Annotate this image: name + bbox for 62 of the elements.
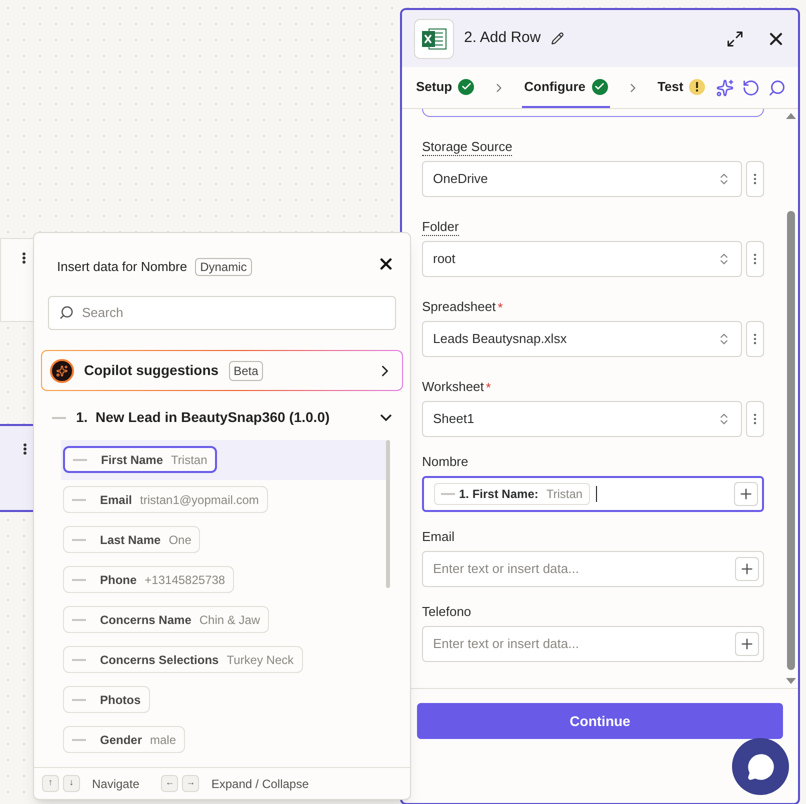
data-item[interactable]: Photos xyxy=(63,686,150,714)
required-mark: * xyxy=(498,300,503,314)
field-label: Storage Source xyxy=(422,138,512,156)
field-label: Email xyxy=(422,528,455,546)
hint-text: Navigate xyxy=(92,776,140,793)
key-icon: ↑ xyxy=(42,775,59,792)
data-item[interactable]: Concerns Name Chin & Jaw xyxy=(63,606,270,634)
insert-button[interactable] xyxy=(735,557,759,581)
expand-icon[interactable] xyxy=(726,30,744,48)
copilot-logo-icon xyxy=(50,358,74,383)
text-field[interactable]: 1. First Name: Tristan xyxy=(422,476,764,512)
search-icon xyxy=(59,305,74,320)
step-group[interactable]: 1. New Lead in BeautySnap360 (1.0.0) xyxy=(52,408,392,427)
search-icon[interactable] xyxy=(768,78,786,96)
dynamic-tag: Dynamic xyxy=(195,258,252,276)
required-mark: * xyxy=(486,380,491,394)
insert-button[interactable] xyxy=(735,632,759,656)
app-logo-icon xyxy=(414,18,454,58)
data-item[interactable]: First Name Tristan xyxy=(63,446,218,474)
step-tab[interactable]: Test xyxy=(656,67,708,108)
field-label: Folder xyxy=(422,218,459,236)
key-icon: → xyxy=(182,775,200,792)
plus-icon xyxy=(739,636,755,652)
data-item[interactable]: Email tristan1@yopmail.com xyxy=(63,486,268,514)
text-input[interactable]: Enter text or insert data... xyxy=(433,559,735,579)
popup-title: Insert data for Nombre xyxy=(57,258,188,276)
select-field[interactable]: OneDrive xyxy=(422,161,742,197)
text-input[interactable]: Enter text or insert data... xyxy=(433,634,735,654)
key-icon: ← xyxy=(161,775,178,792)
field-label: Spreadsheet xyxy=(422,298,496,316)
field-label: Telefono xyxy=(422,604,472,620)
scrollbar[interactable] xyxy=(386,440,390,588)
continue-button[interactable]: Continue xyxy=(417,703,783,739)
data-item[interactable]: Gender male xyxy=(63,726,186,754)
data-item[interactable]: Last Name One xyxy=(63,526,200,554)
select-field[interactable]: root xyxy=(422,241,742,277)
panel-title: 2. Add Row xyxy=(464,28,541,48)
insert-button[interactable] xyxy=(734,482,758,506)
plus-icon xyxy=(738,486,754,502)
field-label: Worksheet xyxy=(422,378,484,396)
data-item[interactable]: Phone +13145825738 xyxy=(63,566,234,594)
select-field[interactable]: Sheet1 xyxy=(422,401,742,437)
step-tab[interactable]: Setup xyxy=(414,67,476,108)
text-field[interactable]: Enter text or insert data... xyxy=(422,551,764,587)
app-logo-icon xyxy=(441,492,455,496)
copilot-button[interactable]: Copilot suggestions Beta xyxy=(41,350,403,391)
search-input[interactable]: Search xyxy=(82,303,385,323)
key-icon: ↓ xyxy=(63,775,80,792)
edit-icon[interactable] xyxy=(550,32,564,45)
search-field[interactable]: Search xyxy=(48,296,396,330)
plus-icon xyxy=(739,561,755,577)
step-tab[interactable]: Configure xyxy=(522,67,610,108)
text-field[interactable]: Enter text or insert data... xyxy=(422,626,764,662)
sparkle-icon[interactable] xyxy=(716,78,734,96)
hint-text: Expand / Collapse xyxy=(211,776,309,793)
select-field[interactable]: Leads Beautysnap.xlsx xyxy=(422,321,742,357)
chevron-icon xyxy=(380,414,392,422)
data-token[interactable]: 1. First Name: Tristan xyxy=(434,483,590,505)
data-item[interactable]: Concerns Selections Turkey Neck xyxy=(63,646,303,674)
undo-icon[interactable] xyxy=(742,78,760,96)
field-label: Nombre xyxy=(422,454,468,470)
chat-icon xyxy=(746,752,774,780)
